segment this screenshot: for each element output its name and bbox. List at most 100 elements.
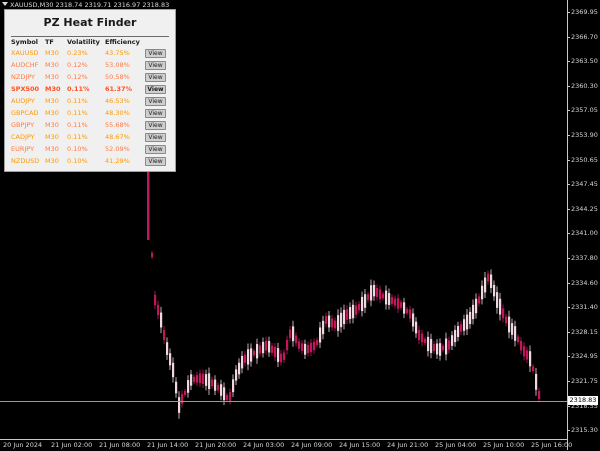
cell-action: View [145,59,173,71]
cell-efficiency: 52.09% [105,145,130,153]
candle-body [325,316,328,324]
time-tick-label: 21 Jun 02:00 [51,441,93,449]
table-row: EURJPY M30 0.10% 52.09% View [11,143,173,155]
cell-volatility: 0.11% [67,109,88,117]
candle-body [433,344,436,351]
candle-body [199,373,202,384]
candle-body [514,326,517,341]
candle-body [472,304,475,320]
header-action [145,37,173,47]
cell-efficiency: 48.67% [105,133,130,141]
candle-body [382,293,385,299]
cell-action: View [145,119,173,131]
candle-body [337,315,340,331]
candle-body [151,252,154,258]
view-button[interactable]: View [145,120,166,130]
price-tick-label: 2366.70 [567,32,598,41]
view-button[interactable]: View [145,132,166,142]
candle-body [331,318,334,328]
table-row: NZDUSD M30 0.10% 41.29% View [11,155,173,167]
candle-body [256,344,259,359]
table-row: SPX500 M30 0.11% 61.37% View [11,83,173,95]
candle-body [412,313,415,327]
candle-body [205,374,208,386]
cell-tf: M30 [45,121,59,129]
table-row: GBPCAD M30 0.11% 48.30% View [11,107,173,119]
candle-body [283,352,286,360]
candle-body [250,348,253,362]
view-button[interactable]: View [145,84,166,94]
cell-volatility: 0.11% [67,97,88,105]
time-tick-label: 20 Jun 2024 [3,441,43,449]
cell-efficiency: 48.30% [105,109,130,117]
candle-body [214,379,217,391]
candle-body [154,294,157,306]
candle-body [160,312,163,328]
candle-body [376,288,379,297]
view-button[interactable]: View [145,72,166,82]
header-tf: TF [45,38,54,46]
candle-body [187,380,190,393]
candle-body [274,346,277,358]
price-tick-label: 2350.65 [567,155,598,164]
cell-tf: M30 [45,73,59,81]
candle-body [475,298,478,314]
candle-body [316,339,319,346]
cell-symbol: AUDCHF [11,61,39,69]
view-button[interactable]: View [145,144,166,154]
candle-body [454,329,457,343]
chart-area[interactable]: XAUUSD,M30 2318.74 2319.71 2316.97 2318.… [0,0,567,439]
cell-tf: M30 [45,97,59,105]
time-tick-label: 21 Jun 08:00 [99,441,141,449]
time-tick-label: 25 Jun 04:00 [435,441,477,449]
time-axis[interactable]: 20 Jun 2024 21 Jun 02:00 21 Jun 08:00 21 Ju… [0,439,572,451]
candle-body [427,336,430,352]
cell-tf: M30 [45,49,59,57]
view-button[interactable]: View [145,156,166,166]
candle-body [340,312,343,328]
candle-body [253,350,256,356]
cell-tf: M30 [45,145,59,153]
price-tick-label: 2344.25 [567,204,598,213]
candle-body [229,392,232,401]
current-price-label: 2318.83 [568,396,598,405]
candle-body [418,329,421,341]
candle-body [268,341,271,353]
view-button[interactable]: View [145,48,166,58]
cell-volatility: 0.11% [67,133,88,141]
candle-body [169,353,172,366]
candle-body [469,311,472,325]
cell-tf: M30 [45,133,59,141]
candle-body [415,321,418,334]
candle-body [499,298,502,315]
candle-body [202,373,205,384]
cell-efficiency: 43.75% [105,49,130,57]
candle-body [157,304,160,316]
candle-body [262,341,265,354]
candle-body [520,340,523,351]
cell-volatility: 0.11% [67,85,90,93]
candle-body [175,381,178,394]
price-tick-label: 2334.60 [567,278,598,287]
time-tick-label: 21 Jun 14:00 [147,441,189,449]
view-button[interactable]: View [145,108,166,118]
cell-volatility: 0.10% [67,145,88,153]
time-tick-label: 24 Jun 03:00 [243,441,285,449]
candle-body [508,316,511,333]
candle-body [493,284,496,297]
candle-body [238,362,241,375]
candle-body [502,308,505,319]
view-button[interactable]: View [145,60,166,70]
dropdown-triangle-icon[interactable] [2,2,8,6]
candle-body [457,326,460,337]
cell-symbol: CADJPY [11,133,35,141]
price-axis[interactable]: 2369.95 2366.70 2363.50 2360.30 2357.05 2353.… [567,0,600,450]
candle-body [313,341,316,351]
candle-body [421,333,424,343]
cell-efficiency: 61.37% [105,85,133,93]
candle-body [532,366,535,372]
price-tick-label: 2353.90 [567,131,598,139]
view-button[interactable]: View [145,96,166,106]
candle-body [244,354,247,363]
candle-body [463,319,466,331]
